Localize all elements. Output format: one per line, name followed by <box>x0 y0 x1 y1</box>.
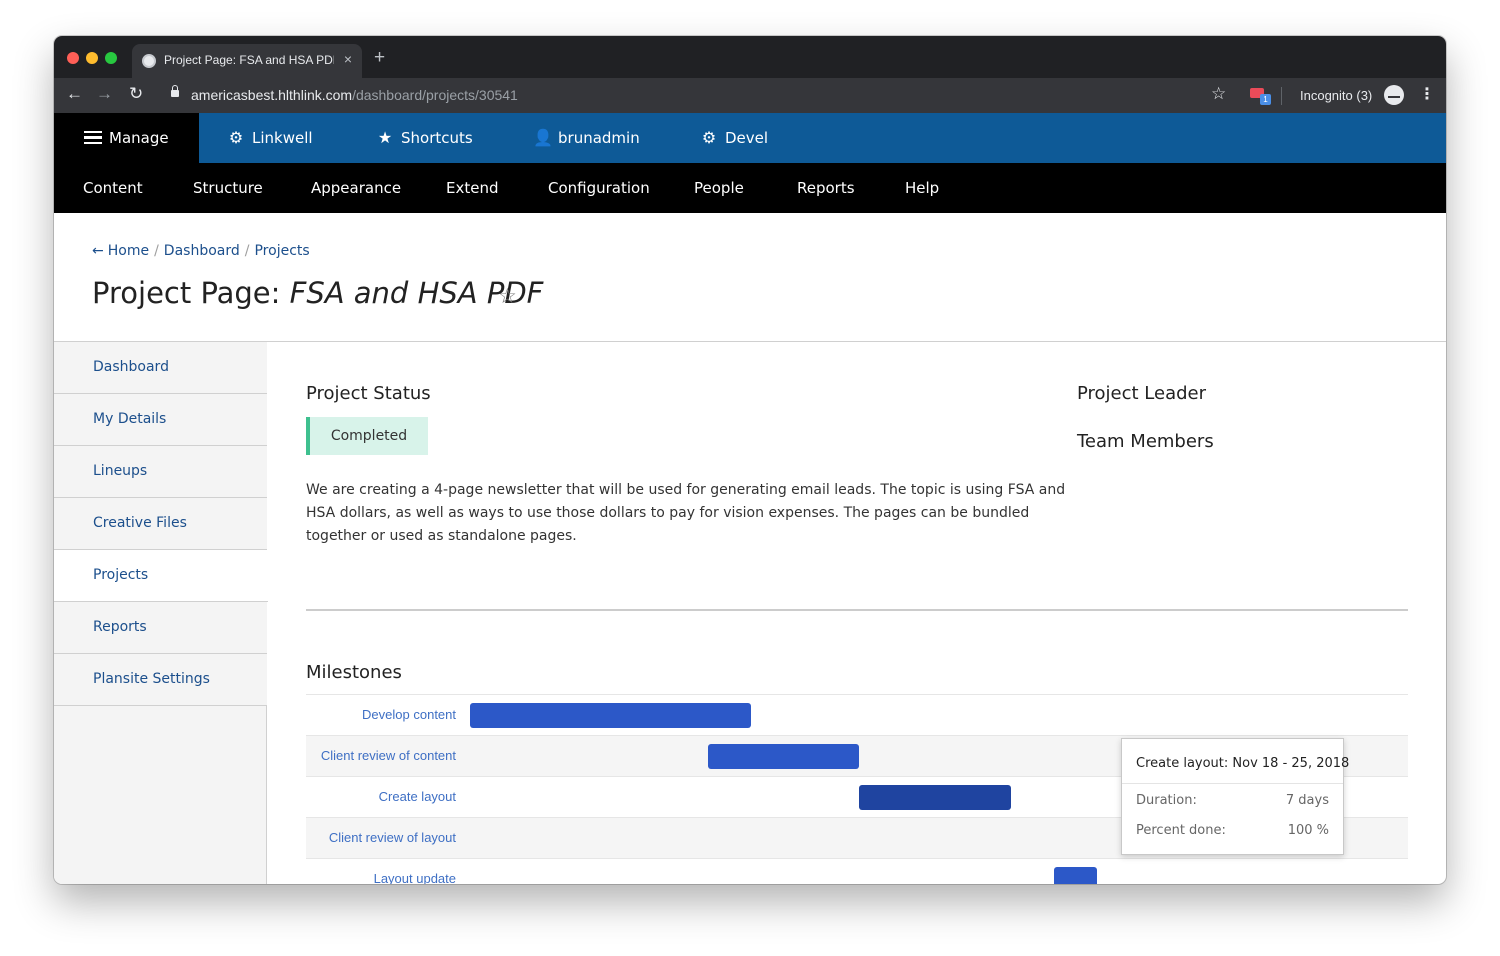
bookmark-star-icon[interactable]: ☆ <box>1211 84 1226 104</box>
milestone-row: Develop content <box>306 694 1408 735</box>
tooltip-duration-label: Duration: <box>1136 793 1197 808</box>
breadcrumb-separator: / <box>244 243 250 259</box>
sidebar-item-creative-files[interactable]: Creative Files <box>54 498 267 550</box>
page-title-prefix: Project Page: <box>92 276 290 310</box>
reload-icon[interactable]: ↻ <box>129 85 143 102</box>
toolbar-divider <box>1281 87 1282 105</box>
minimize-window-button[interactable] <box>86 52 98 64</box>
milestone-row: Layout update <box>306 858 1408 884</box>
milestone-label[interactable]: Client review of content <box>321 748 456 763</box>
url-path: /dashboard/projects/30541 <box>352 87 518 103</box>
new-tab-button[interactable]: + <box>374 48 385 67</box>
milestone-bar[interactable] <box>470 703 751 728</box>
tooltip-title: Create layout: Nov 18 - 25, 2018 <box>1136 756 1350 771</box>
milestone-tooltip: Create layout: Nov 18 - 25, 2018 Duratio… <box>1121 738 1349 855</box>
breadcrumb-projects[interactable]: Projects <box>254 243 309 259</box>
page-title: Project Page: FSA and HSA PDF <box>92 276 543 310</box>
tooltip-divider <box>1122 783 1343 784</box>
back-arrow-icon[interactable]: ← <box>66 85 83 102</box>
hamburger-icon <box>84 131 102 144</box>
project-description: We are creating a 4-page newsletter that… <box>306 482 1066 544</box>
sidebar-item-dashboard[interactable]: Dashboard <box>54 342 267 394</box>
maximize-window-button[interactable] <box>105 52 117 64</box>
user-button[interactable]: 👤 brunadmin <box>533 113 640 163</box>
close-window-button[interactable] <box>67 52 79 64</box>
shortcuts-label: Shortcuts <box>401 129 473 147</box>
incognito-icon[interactable] <box>1384 85 1404 105</box>
tray-item-reports[interactable]: Reports <box>797 163 855 213</box>
milestone-bar[interactable] <box>859 785 1011 810</box>
user-icon: 👤 <box>533 128 553 147</box>
browser-tab[interactable]: Project Page: FSA and HSA PDF × <box>132 44 362 78</box>
browser-window: Project Page: FSA and HSA PDF × + ← → ↻ … <box>54 36 1446 884</box>
linkwell-button[interactable]: ⚙ Linkwell <box>227 113 313 163</box>
milestone-label[interactable]: Layout update <box>374 871 456 884</box>
back-arrow-icon[interactable]: ← <box>92 243 104 259</box>
breadcrumb-dashboard[interactable]: Dashboard <box>164 243 240 259</box>
project-leader-heading: Project Leader <box>1077 383 1207 404</box>
user-label: brunadmin <box>558 129 640 147</box>
admin-tray-menu: Content Structure Appearance Extend Conf… <box>54 163 1446 213</box>
url-field[interactable]: americasbest.hlthlink.com/dashboard/proj… <box>191 87 518 103</box>
gear-icon: ⚙ <box>701 128 717 147</box>
devel-button[interactable]: ⚙ Devel <box>700 113 768 163</box>
tray-item-content[interactable]: Content <box>83 163 143 213</box>
milestone-bar[interactable] <box>1054 867 1097 884</box>
favicon-icon <box>142 54 156 68</box>
extension-badge: 1 <box>1260 94 1271 105</box>
shortcuts-button[interactable]: ★ Shortcuts <box>376 113 473 163</box>
incognito-label[interactable]: Incognito (3) <box>1300 88 1372 103</box>
breadcrumb-home[interactable]: Home <box>108 243 149 259</box>
tray-item-help[interactable]: Help <box>905 163 939 213</box>
tray-item-appearance[interactable]: Appearance <box>311 163 401 213</box>
breadcrumb: ← Home / Dashboard / Projects <box>92 243 310 259</box>
milestone-label[interactable]: Create layout <box>379 789 456 804</box>
milestone-label[interactable]: Client review of layout <box>329 830 456 845</box>
tray-item-extend[interactable]: Extend <box>446 163 499 213</box>
sidebar-item-plansite-settings[interactable]: Plansite Settings <box>54 654 267 706</box>
browser-menu-icon[interactable]: ⋮ <box>1419 84 1435 104</box>
tooltip-duration-value: 7 days <box>1285 793 1329 808</box>
team-members-heading: Team Members <box>1077 431 1214 452</box>
sidebar-item-my-details[interactable]: My Details <box>54 394 267 446</box>
star-icon: ★ <box>377 128 393 147</box>
milestone-bar[interactable] <box>708 744 859 769</box>
linkwell-label: Linkwell <box>252 129 313 147</box>
tooltip-percent-value: 100 % <box>1287 823 1329 838</box>
browser-tab-bar: Project Page: FSA and HSA PDF × + <box>54 36 1446 78</box>
favorite-star-icon[interactable]: ☆ <box>498 284 517 309</box>
admin-toolbar: Manage ⚙ Linkwell ★ Shortcuts 👤 brunadmin ⚙… <box>54 113 1446 163</box>
breadcrumb-separator: / <box>154 243 159 259</box>
tray-item-configuration[interactable]: Configuration <box>548 163 650 213</box>
sidebar: Dashboard My Details Lineups Creative Fi… <box>54 342 268 884</box>
content-divider <box>306 609 1408 611</box>
tab-title: Project Page: FSA and HSA PDF <box>164 53 334 67</box>
gear-icon: ⚙ <box>228 128 244 147</box>
manage-label: Manage <box>109 129 169 147</box>
address-bar: ← → ↻ americasbest.hlthlink.com/dashboar… <box>54 78 1446 113</box>
tray-item-structure[interactable]: Structure <box>193 163 263 213</box>
manage-button[interactable]: Manage <box>84 113 169 163</box>
url-host: americasbest.hlthlink.com <box>191 87 353 103</box>
sidebar-item-lineups[interactable]: Lineups <box>54 446 267 498</box>
sidebar-item-reports[interactable]: Reports <box>54 602 267 654</box>
forward-arrow-icon[interactable]: → <box>96 85 113 102</box>
extension-icon[interactable]: 1 <box>1250 86 1271 105</box>
milestones-heading: Milestones <box>306 662 402 683</box>
lock-icon <box>171 85 179 97</box>
status-badge: Completed <box>306 417 428 455</box>
sidebar-item-projects[interactable]: Projects <box>54 550 268 602</box>
tray-item-people[interactable]: People <box>694 163 744 213</box>
project-status-heading: Project Status <box>306 383 431 404</box>
tab-close-icon[interactable]: × <box>344 51 352 67</box>
milestone-label[interactable]: Develop content <box>362 707 456 722</box>
devel-label: Devel <box>725 129 769 147</box>
tooltip-percent-label: Percent done: <box>1136 823 1226 838</box>
